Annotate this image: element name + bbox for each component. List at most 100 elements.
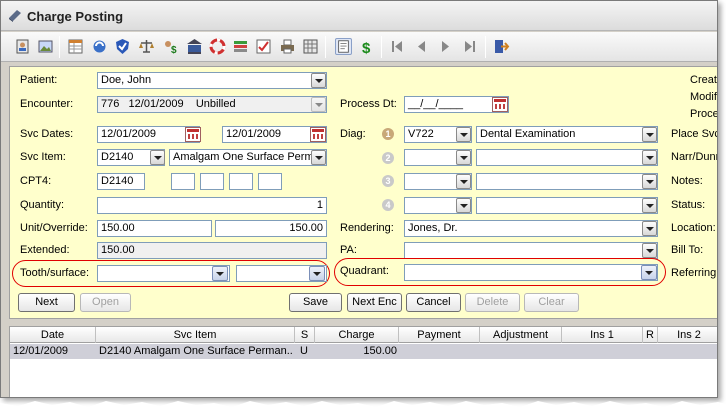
chevron-down-icon[interactable] <box>642 221 657 236</box>
column-header-adjustment[interactable]: Adjustment <box>480 327 562 343</box>
save-button[interactable]: Save <box>289 293 342 312</box>
narr-dunn-label: Narr/Dunn <box>671 151 718 163</box>
table-icon[interactable] <box>67 38 84 55</box>
cpt4-modifier-3[interactable] <box>229 173 253 190</box>
encounter-select[interactable]: 776 12/01/2009 Unbilled <box>97 96 327 113</box>
patient-icon[interactable] <box>14 38 31 55</box>
cpt4-modifier-2[interactable] <box>200 173 224 190</box>
chevron-down-icon[interactable] <box>311 150 326 165</box>
referring-label: Referring: <box>671 267 718 279</box>
chevron-down-icon[interactable] <box>150 150 165 165</box>
charge-form: Patient: Doe, John Encounter: 776 12/01/… <box>9 66 718 319</box>
payment-icon[interactable]: $ <box>162 38 179 55</box>
chevron-down-icon[interactable] <box>641 265 657 280</box>
clear-button[interactable]: Clear <box>524 293 579 312</box>
created-label: Create <box>690 74 717 86</box>
status-label: Status: <box>671 199 706 211</box>
column-header-charge[interactable]: Charge <box>315 327 399 343</box>
grid-header: Date Svc Item S Charge Payment Adjustmen… <box>10 327 717 343</box>
diag-number-4: 4 <box>382 199 394 211</box>
chevron-down-icon[interactable] <box>212 266 228 281</box>
open-button[interactable]: Open <box>80 293 131 312</box>
tooth-select[interactable] <box>97 265 230 282</box>
calendar-icon[interactable] <box>185 127 201 142</box>
form-icon[interactable] <box>335 38 352 55</box>
processed-label: Proces <box>690 108 717 120</box>
modified-label: Modifie <box>690 91 717 103</box>
prev-icon[interactable] <box>413 38 430 55</box>
cpt4-modifier-4[interactable] <box>258 173 282 190</box>
table-row[interactable]: 12/01/2009 D2140 Amalgam One Surface Per… <box>10 344 717 359</box>
chevron-down-icon[interactable] <box>642 174 657 189</box>
svg-text:$: $ <box>171 45 177 55</box>
refresh-icon[interactable] <box>91 38 108 55</box>
printer-icon[interactable] <box>279 38 296 55</box>
unit-price-input[interactable]: 150.00 <box>97 220 212 237</box>
chevron-down-icon[interactable] <box>642 127 657 142</box>
column-header-payment[interactable]: Payment <box>399 327 480 343</box>
process-dt-label: Process Dt: <box>340 98 397 110</box>
quantity-label: Quantity: <box>20 199 65 211</box>
bank-icon[interactable] <box>186 38 203 55</box>
unit-override-label: Unit/Override: <box>20 222 88 234</box>
diag-label: Diag: <box>340 128 366 140</box>
diag-description-2-select[interactable] <box>476 149 658 166</box>
chevron-down-icon[interactable] <box>311 73 326 88</box>
chevron-down-icon[interactable] <box>456 198 471 213</box>
cpt4-modifier-1[interactable] <box>171 173 195 190</box>
chevron-down-icon[interactable] <box>311 97 326 112</box>
next-button[interactable]: Next <box>18 293 75 312</box>
exit-icon[interactable] <box>493 38 510 55</box>
cancel-button[interactable]: Cancel <box>406 293 461 312</box>
override-price-input[interactable]: 150.00 <box>215 220 327 237</box>
last-icon[interactable] <box>461 38 478 55</box>
diag-description-1-select[interactable]: Dental Examination <box>476 126 658 143</box>
lifebuoy-icon[interactable] <box>209 38 226 55</box>
torn-edge <box>0 395 726 411</box>
title-bar: Charge Posting <box>1 1 717 31</box>
grid-icon[interactable] <box>302 38 319 55</box>
chevron-down-icon[interactable] <box>642 198 657 213</box>
chevron-down-icon[interactable] <box>309 266 325 281</box>
chevron-down-icon[interactable] <box>456 174 471 189</box>
diag-description-4-select[interactable] <box>476 197 658 214</box>
chevron-down-icon[interactable] <box>456 150 471 165</box>
diag-number-2: 2 <box>382 152 394 164</box>
column-header-ins-2[interactable]: Ins 2 <box>658 327 717 343</box>
column-header-s[interactable]: S <box>295 327 315 343</box>
diag-description-3-select[interactable] <box>476 173 658 190</box>
column-header-r[interactable]: R <box>643 327 658 343</box>
diag-number-3: 3 <box>382 175 394 187</box>
cpt4-input[interactable]: D2140 <box>97 173 145 190</box>
tooth-surface-label: Tooth/surface: <box>20 267 90 279</box>
cpt4-label: CPT4: <box>20 175 52 187</box>
calendar-icon[interactable] <box>310 127 326 142</box>
picture-icon[interactable] <box>37 38 54 55</box>
dollar-icon[interactable]: $ <box>359 38 376 55</box>
column-header-date[interactable]: Date <box>10 327 96 343</box>
patient-select[interactable]: Doe, John <box>97 72 327 89</box>
delete-button[interactable]: Delete <box>465 293 520 312</box>
svc-item-description-select[interactable]: Amalgam One Surface Perman <box>169 149 327 166</box>
rendering-provider-select[interactable]: Jones, Dr. <box>404 220 658 237</box>
next-icon[interactable] <box>437 38 454 55</box>
chevron-down-icon[interactable] <box>456 127 471 142</box>
encounter-date: 12/01/2009 <box>128 98 184 110</box>
next-enc-button[interactable]: Next Enc <box>347 293 402 312</box>
shield-icon[interactable] <box>114 38 131 55</box>
column-header-svc-item[interactable]: Svc Item <box>96 327 295 343</box>
extended-amount: 150.00 <box>97 242 327 259</box>
chevron-down-icon[interactable] <box>642 243 657 258</box>
scale-icon[interactable] <box>138 38 155 55</box>
window-title: Charge Posting <box>27 9 124 24</box>
chevron-down-icon[interactable] <box>642 150 657 165</box>
quantity-input[interactable]: 1 <box>97 197 327 214</box>
calendar-icon[interactable] <box>492 97 508 112</box>
column-header-ins-1[interactable]: Ins 1 <box>562 327 643 343</box>
checklist-icon[interactable] <box>255 38 272 55</box>
encounter-status: Unbilled <box>195 98 236 110</box>
quadrant-select[interactable] <box>404 264 658 281</box>
stack-icon[interactable] <box>232 38 249 55</box>
pa-select[interactable] <box>404 242 658 259</box>
first-icon[interactable] <box>389 38 406 55</box>
